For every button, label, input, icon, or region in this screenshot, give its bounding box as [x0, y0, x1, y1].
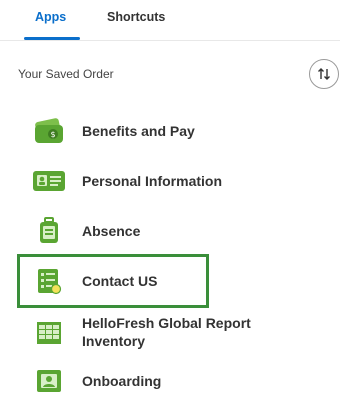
active-tab-indicator — [24, 37, 80, 40]
app-label: Personal Information — [82, 173, 223, 189]
highlight-box — [17, 254, 209, 308]
onboarding-icon — [37, 370, 61, 392]
app-label: Benefits and Pay — [82, 123, 195, 139]
app-label: HelloFresh Global Report Inventory — [82, 315, 251, 349]
app-item-benefits-and-pay[interactable]: $ Benefits and Pay — [0, 111, 340, 151]
sort-arrows-icon — [318, 68, 330, 80]
tab-apps[interactable]: Apps — [35, 10, 66, 24]
reorder-button[interactable] — [309, 59, 339, 89]
app-item-absence[interactable]: Absence — [0, 211, 340, 251]
app-item-onboarding[interactable]: Onboarding — [0, 361, 340, 401]
tab-bar: Apps Shortcuts — [0, 0, 340, 41]
app-label: Absence — [82, 223, 141, 239]
id-card-icon — [33, 171, 65, 191]
wallet-icon: $ — [35, 118, 63, 143]
spreadsheet-icon — [37, 322, 61, 344]
suitcase-icon — [40, 217, 58, 243]
svg-text:$: $ — [50, 130, 55, 139]
saved-order-label: Your Saved Order — [18, 67, 114, 81]
app-item-hellofresh-global-report-inventory[interactable]: HelloFresh Global Report Inventory — [0, 313, 340, 353]
app-label: Onboarding — [82, 373, 162, 389]
app-item-personal-information[interactable]: Personal Information — [0, 161, 340, 201]
tab-shortcuts[interactable]: Shortcuts — [107, 10, 165, 24]
